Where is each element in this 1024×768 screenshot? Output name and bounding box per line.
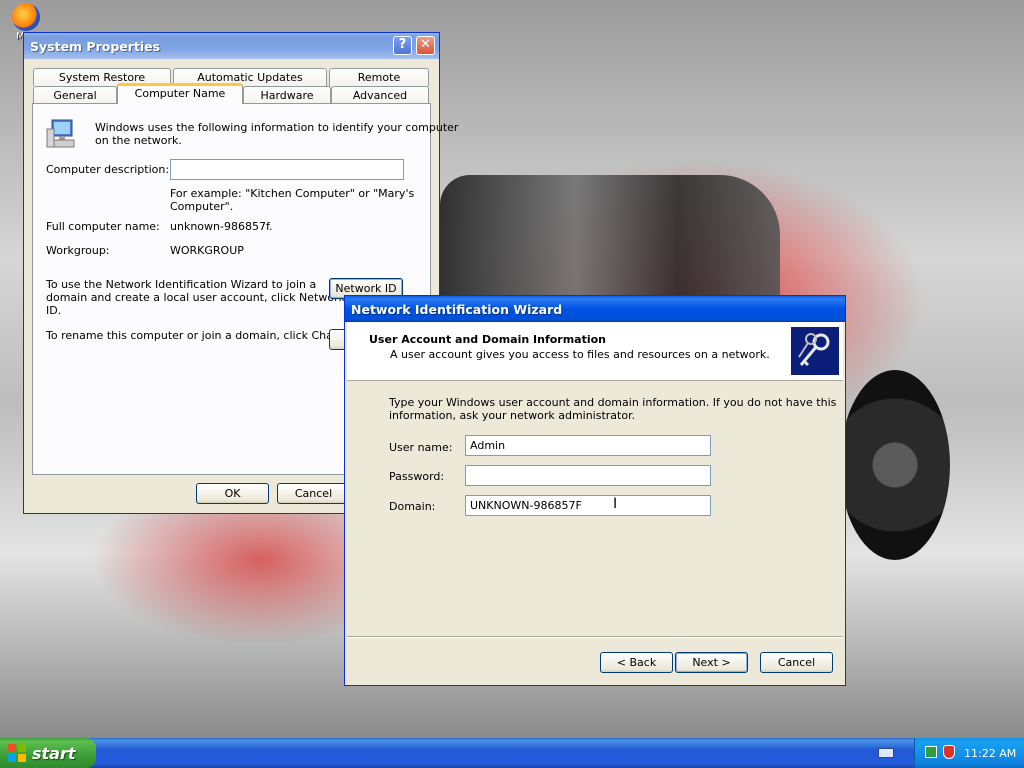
text-cursor-icon: I <box>613 496 618 512</box>
network-status-icon[interactable] <box>925 746 937 758</box>
computer-icon <box>46 119 75 148</box>
rename-text: To rename this computer or join a domain… <box>46 329 358 342</box>
tab-advanced[interactable]: Advanced <box>331 86 429 104</box>
username-label: User name: <box>389 441 453 454</box>
wallpaper-car-wheel <box>840 370 950 560</box>
back-button[interactable]: < Back <box>600 652 673 673</box>
wizard-instructions-line1: Type your Windows user account and domai… <box>389 396 837 409</box>
wizard-titlebar[interactable]: Network Identification Wizard <box>345 296 845 322</box>
workgroup-value: WORKGROUP <box>170 244 244 257</box>
taskbar-clock: 11:22 AM <box>964 747 1017 760</box>
network-id-text-line1: To use the Network Identification Wizard… <box>46 278 317 291</box>
system-properties-titlebar[interactable]: System Properties <box>24 33 439 59</box>
tab-label: Hardware <box>260 89 314 102</box>
tab-label: Advanced <box>352 89 408 102</box>
close-button[interactable]: ✕ <box>416 36 435 55</box>
start-label: start <box>32 743 76 763</box>
tab-label: General <box>53 89 97 102</box>
workgroup-label: Workgroup: <box>46 244 110 257</box>
network-identification-wizard: Network Identification Wizard User Accou… <box>344 295 846 686</box>
wizard-cancel-button[interactable]: Cancel <box>760 652 833 673</box>
wizard-footer-divider <box>347 636 843 638</box>
start-button[interactable]: start <box>0 738 96 768</box>
keys-icon <box>791 327 839 375</box>
keyboard-icon[interactable] <box>878 748 894 758</box>
example-text-line2: Computer". <box>170 200 234 213</box>
wizard-instructions-line2: information, ask your network administra… <box>389 409 636 422</box>
tab-general[interactable]: General <box>33 86 117 104</box>
domain-label: Domain: <box>389 500 436 513</box>
wizard-header-title: User Account and Domain Information <box>369 333 607 346</box>
password-label: Password: <box>389 470 445 483</box>
network-id-text-line2: domain and create a local user account, … <box>46 291 345 304</box>
tab-computer-name[interactable]: Computer Name <box>117 83 243 104</box>
wizard-title: Network Identification Wizard <box>351 301 563 317</box>
intro-text-line2: on the network. <box>95 134 182 147</box>
tab-label: Computer Name <box>134 87 226 100</box>
help-button[interactable]: ? <box>393 36 412 55</box>
tab-label: Remote <box>357 71 401 84</box>
full-computer-name-value: unknown-986857f. <box>170 220 273 233</box>
computer-description-label: Computer description: <box>46 163 170 176</box>
intro-text-line1: Windows uses the following information t… <box>95 121 459 134</box>
username-input[interactable]: Admin <box>465 435 711 456</box>
cancel-button[interactable]: Cancel <box>277 483 350 504</box>
wizard-header: User Account and Domain Information A us… <box>347 322 843 381</box>
computer-description-input[interactable] <box>170 159 404 180</box>
wallpaper-car-window <box>440 175 780 295</box>
tab-hardware[interactable]: Hardware <box>243 86 331 104</box>
network-id-text-line3: ID. <box>46 304 62 317</box>
next-button[interactable]: Next > <box>675 652 748 673</box>
domain-input[interactable]: UNKNOWN-986857F <box>465 495 711 516</box>
taskbar: start <box>0 738 1024 768</box>
password-input[interactable] <box>465 465 711 486</box>
tab-remote[interactable]: Remote <box>329 68 429 86</box>
full-computer-name-label: Full computer name: <box>46 220 160 233</box>
security-shield-icon[interactable] <box>943 745 955 759</box>
example-text-line1: For example: "Kitchen Computer" or "Mary… <box>170 187 415 200</box>
window-title: System Properties <box>30 38 161 54</box>
wizard-header-subtitle: A user account gives you access to files… <box>390 348 770 361</box>
windows-logo-icon <box>8 744 26 762</box>
ok-button[interactable]: OK <box>196 483 269 504</box>
firefox-icon <box>12 3 40 31</box>
